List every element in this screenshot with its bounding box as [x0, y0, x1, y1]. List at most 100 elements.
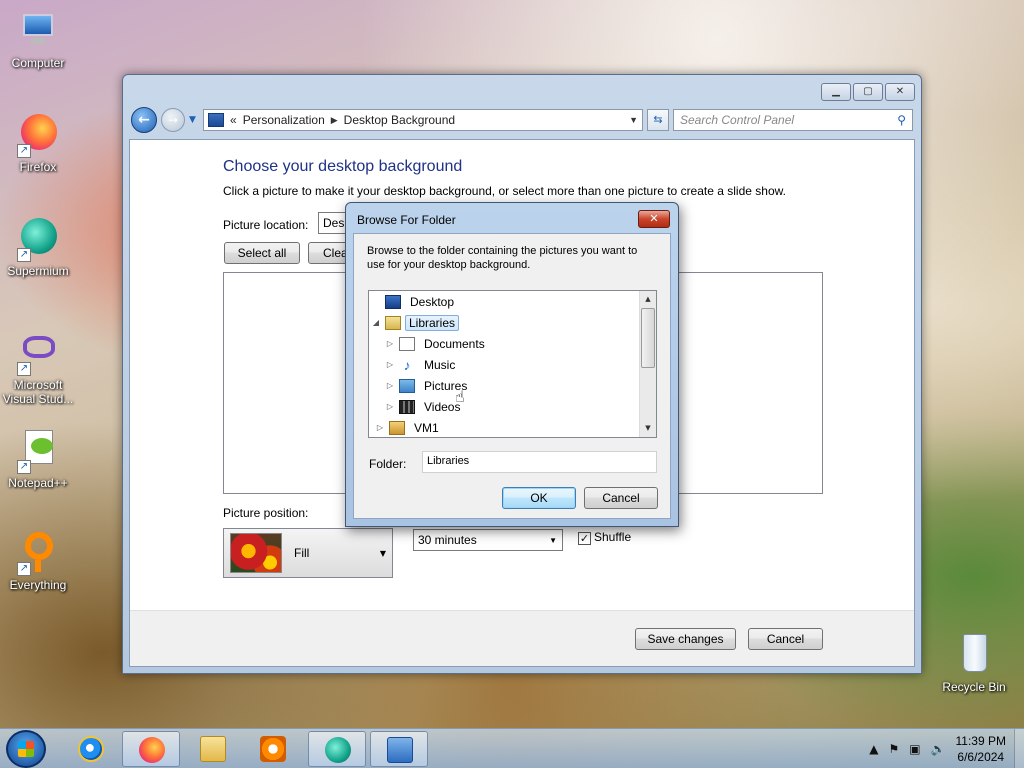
tree-scrollbar[interactable]: ▲ ▼	[639, 291, 656, 437]
libraries-icon	[385, 315, 401, 330]
tree-item-vm1[interactable]: ▷ VM1	[375, 418, 444, 437]
desktop-icon-supermium[interactable]: ↗ Supermium	[0, 216, 76, 278]
desktop-icon-label: Notepad++	[8, 476, 68, 490]
shortcut-arrow-icon: ↗	[17, 562, 31, 576]
desktop-icon-label: Computer	[11, 56, 65, 70]
tree-item-libraries[interactable]: ◢ Libraries	[371, 313, 460, 332]
forward-button[interactable]: →	[161, 108, 185, 132]
chevron-down-icon: ▼	[549, 536, 557, 545]
show-desktop-button[interactable]	[1014, 729, 1024, 768]
desktop-icon-firefox[interactable]: ↗ Firefox	[0, 112, 76, 174]
volume-muted-icon[interactable]: 🔈	[931, 742, 946, 756]
desktop-icon-everything[interactable]: ↗ Everything	[0, 530, 76, 592]
shortcut-arrow-icon: ↗	[17, 248, 31, 262]
taskbar-file-explorer[interactable]	[184, 731, 242, 767]
refresh-button[interactable]: ⇆	[647, 109, 669, 131]
shortcut-arrow-icon: ↗	[17, 144, 31, 158]
desktop-icon-label: Everything	[9, 578, 67, 592]
clock[interactable]: 11:39 PM 6/6/2024	[956, 733, 1006, 765]
select-all-button[interactable]: Select all	[224, 242, 300, 264]
chevron-down-icon: ▼	[379, 549, 386, 558]
control-panel-icon	[208, 113, 224, 127]
picture-position-value: Fill	[294, 546, 310, 560]
desktop-icon-visual-studio[interactable]: ↗ Microsoft Visual Stud...	[0, 330, 76, 406]
address-bar[interactable]: « Personalization ▶ Desktop Background ▼	[203, 109, 643, 131]
browse-for-folder-dialog: Browse For Folder ✕ Browse to the folder…	[345, 202, 679, 527]
tree-item-music[interactable]: ▷ ♪ Music	[385, 355, 460, 374]
supermium-icon	[325, 737, 351, 763]
change-interval-select[interactable]: 30 minutes ▼	[413, 529, 563, 551]
search-input[interactable]: Search Control Panel ⚲	[673, 109, 913, 131]
scroll-down-arrow-icon[interactable]: ▼	[640, 420, 656, 437]
folder-input[interactable]: Libraries	[422, 451, 657, 473]
minimize-button[interactable]: ▁	[821, 83, 851, 101]
vm-folder-icon	[389, 420, 405, 435]
maximize-button[interactable]: ▢	[853, 83, 883, 101]
tree-expander-icon[interactable]: ▷	[385, 402, 395, 411]
clock-date: 6/6/2024	[957, 750, 1005, 764]
desktop-icon-recycle-bin[interactable]: Recycle Bin	[936, 632, 1012, 694]
shuffle-checkbox[interactable]: ✓	[578, 532, 591, 545]
desktop-icon-notepadpp[interactable]: ↗ Notepad++	[0, 428, 76, 490]
dialog-close-button[interactable]: ✕	[638, 210, 670, 228]
search-icon[interactable]: ⚲	[897, 113, 906, 127]
everything-icon: ↗	[15, 530, 61, 576]
taskbar-internet-explorer[interactable]	[62, 731, 120, 767]
taskbar-supermium[interactable]	[308, 731, 366, 767]
back-button[interactable]: ←	[131, 107, 157, 133]
recycle-bin-icon	[951, 632, 997, 678]
breadcrumb-separator-icon[interactable]: ▶	[331, 115, 338, 126]
desktop-icon-computer[interactable]: Computer	[0, 8, 76, 70]
taskbar-control-panel[interactable]	[370, 731, 428, 767]
tree-expander-icon[interactable]: ▷	[385, 381, 395, 390]
ok-button[interactable]: OK	[502, 487, 576, 509]
tree-expander-icon[interactable]: ▷	[385, 360, 395, 369]
taskbar-media-player[interactable]	[244, 731, 302, 767]
scroll-up-arrow-icon[interactable]: ▲	[640, 291, 656, 308]
tree-item-label: Music	[424, 357, 456, 372]
dialog-cancel-button[interactable]: Cancel	[584, 487, 658, 509]
show-hidden-icons-icon[interactable]: ▲	[869, 742, 878, 756]
save-changes-button[interactable]: Save changes	[635, 628, 736, 650]
recent-pages-dropdown-icon[interactable]: ▼	[189, 115, 199, 125]
breadcrumb-personalization[interactable]: Personalization	[243, 113, 325, 127]
desktop-icon	[385, 294, 401, 309]
tree-expander-icon[interactable]: ▷	[385, 339, 395, 348]
visual-studio-icon: ↗	[15, 330, 61, 376]
start-button[interactable]	[6, 730, 46, 768]
picture-position-select[interactable]: Fill ▼	[223, 528, 393, 578]
desktop-icon-label: Supermium	[7, 264, 69, 278]
address-prefix[interactable]: «	[230, 113, 237, 127]
scrollbar-thumb[interactable]	[641, 308, 655, 368]
tree-item-videos[interactable]: ▷ Videos	[385, 397, 465, 416]
tree-item-label: Libraries	[405, 314, 460, 331]
tree-item-desktop[interactable]: Desktop	[371, 292, 459, 311]
desktop-icon-label: Microsoft Visual Stud...	[2, 378, 74, 406]
tree-item-documents[interactable]: ▷ Documents	[385, 334, 490, 353]
media-player-icon	[260, 736, 286, 762]
breadcrumb-desktop-background[interactable]: Desktop Background	[344, 113, 455, 127]
action-center-flag-icon[interactable]: ⚑	[888, 742, 899, 756]
clock-time: 11:39 PM	[955, 734, 1006, 748]
address-dropdown-icon[interactable]: ▼	[629, 115, 638, 125]
network-icon[interactable]: ▣	[909, 742, 920, 756]
page-description: Click a picture to make it your desktop …	[223, 184, 786, 198]
pictures-icon	[399, 378, 415, 393]
control-panel-icon	[387, 737, 413, 763]
dialog-title: Browse For Folder	[357, 213, 456, 227]
taskbar: ▲ ⚑ ▣ 🔈 11:39 PM 6/6/2024	[0, 728, 1024, 768]
close-button[interactable]: ✕	[885, 83, 915, 101]
dialog-description: Browse to the folder containing the pict…	[367, 245, 638, 271]
footer-bar: Save changes Cancel	[130, 610, 914, 666]
picture-position-label: Picture position:	[223, 506, 309, 520]
system-tray: ▲ ⚑ ▣ 🔈 11:39 PM 6/6/2024	[869, 729, 1018, 768]
shuffle-label[interactable]: Shuffle	[594, 530, 631, 544]
supermium-icon: ↗	[15, 216, 61, 262]
taskbar-firefox[interactable]	[122, 731, 180, 767]
folder-tree[interactable]: Desktop ◢ Libraries ▷ Documents ▷ ♪ Musi…	[368, 290, 657, 438]
cancel-button[interactable]: Cancel	[748, 628, 823, 650]
computer-icon	[15, 8, 61, 54]
tree-expander-expanded-icon[interactable]: ◢	[371, 318, 381, 327]
window-controls: ▁ ▢ ✕	[821, 83, 915, 101]
tree-expander-icon[interactable]: ▷	[375, 423, 385, 432]
